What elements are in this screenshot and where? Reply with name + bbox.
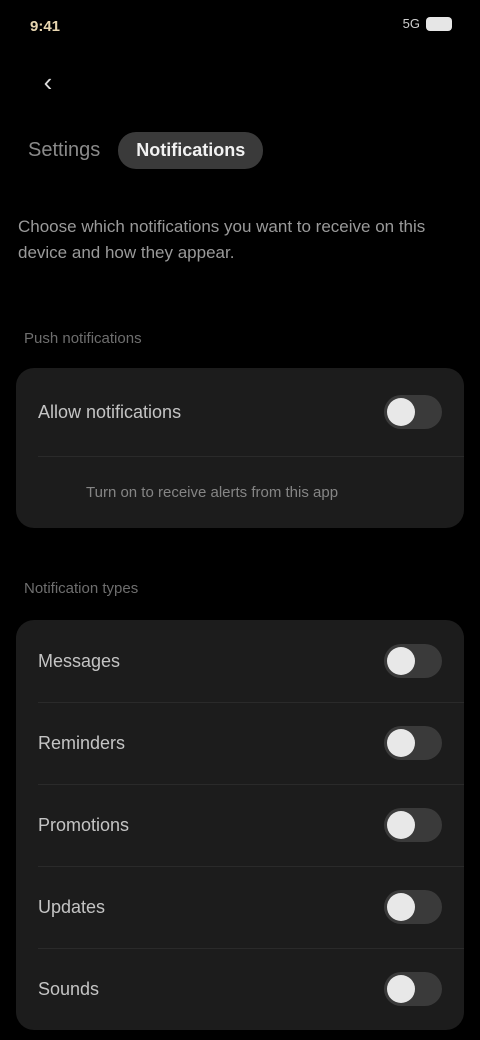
chevron-left-icon: ‹ [43,66,53,97]
toggle-knob [387,975,415,1003]
status-indicators: 5G [403,16,452,31]
type-row-reminders[interactable]: Reminders [16,702,464,784]
type-row-messages[interactable]: Messages [16,620,464,702]
section-header-push: Push notifications [24,330,142,347]
row-label: Updates [38,896,106,917]
type-row-sounds[interactable]: Sounds [16,948,464,1030]
row-label: Sounds [38,978,100,999]
row-label: Reminders [38,732,126,753]
breadcrumb-label: Settings [28,138,101,161]
page-description: Choose which notifications you want to r… [18,217,426,262]
push-card: Allow notifications Turn on to receive a… [16,368,464,528]
status-time: 9:41 [30,18,61,35]
row-label: Allow notifications [38,401,182,422]
types-card: Messages Reminders Promotions Updates So… [16,620,464,1030]
toggle-knob [387,398,415,426]
reminders-toggle[interactable] [384,726,442,760]
toggle-knob [387,811,415,839]
updates-toggle[interactable] [384,890,442,924]
row-sublabel: Turn on to receive alerts from this app [86,483,339,501]
toggle-knob [387,893,415,921]
allow-notifications-row[interactable]: Allow notifications [16,368,464,456]
toggle-knob [387,729,415,757]
type-row-updates[interactable]: Updates [16,866,464,948]
status-bar: 9:41 5G [0,0,480,60]
page-title-row: Settings Notifications [28,128,452,172]
messages-toggle[interactable] [384,644,442,678]
signal-indicator: 5G [402,16,420,31]
page-title: Notifications [118,131,264,169]
battery-icon [426,16,452,31]
row-label: Messages [38,650,121,671]
section-header-types: Notification types [24,580,139,597]
type-row-promotions[interactable]: Promotions [16,784,464,866]
allow-notifications-sub-row: Turn on to receive alerts from this app [16,456,464,528]
sounds-toggle[interactable] [384,972,442,1006]
promotions-toggle[interactable] [384,808,442,842]
row-label: Promotions [38,814,130,835]
allow-notifications-toggle[interactable] [384,395,442,429]
back-button[interactable]: ‹ [28,64,68,100]
toggle-knob [387,647,415,675]
